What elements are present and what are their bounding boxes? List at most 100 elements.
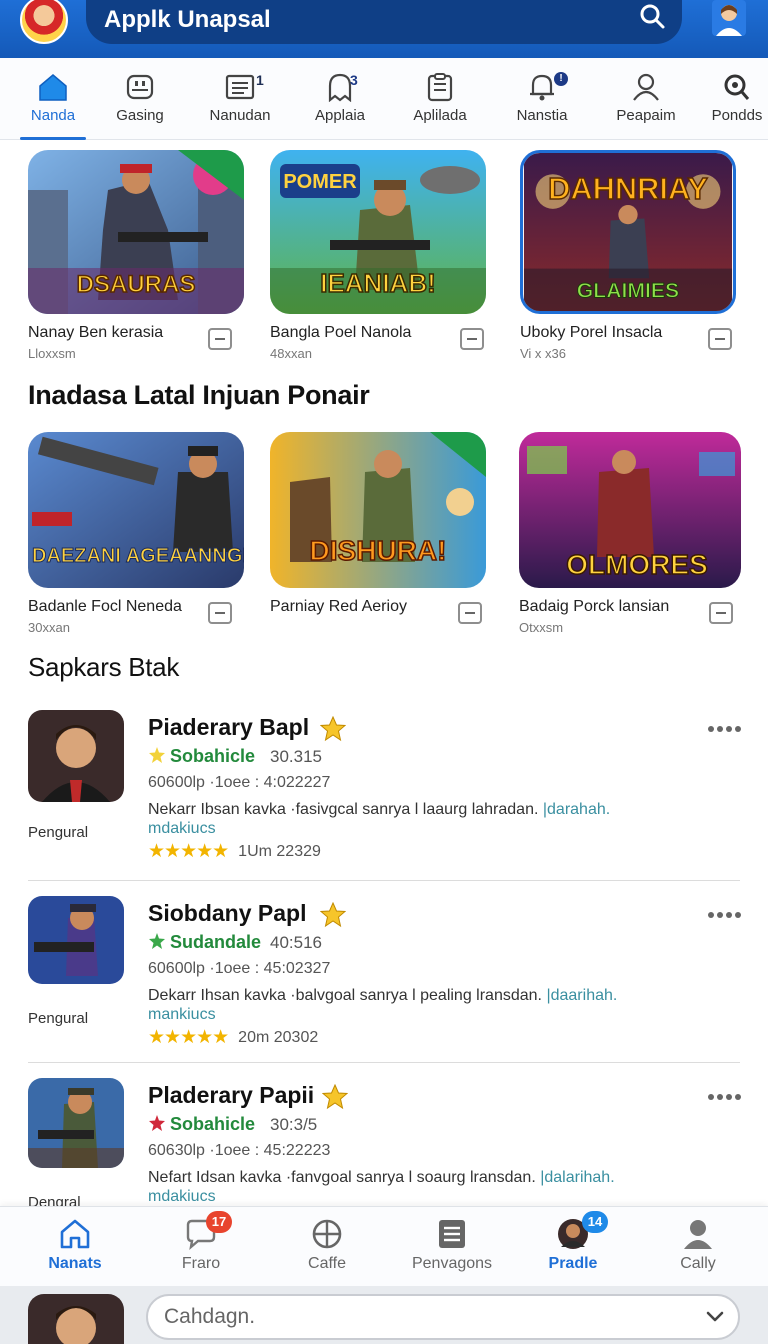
- star-icon[interactable]: [322, 1084, 348, 1110]
- nav-penvagons[interactable]: Penvagons: [397, 1207, 507, 1287]
- app-thumbnail[interactable]: DISHURA!: [270, 432, 486, 588]
- art-title: OLMORES: [566, 549, 708, 580]
- publisher-label: Dengral: [28, 1194, 81, 1206]
- tab-nanstia[interactable]: ! Nanstia: [506, 58, 578, 140]
- list-item[interactable]: Pengural Piaderary Bapl Sobahicle 30.315…: [0, 710, 768, 892]
- category-label: Sobahicle: [148, 1114, 255, 1135]
- app-title[interactable]: Piaderary Bapl: [148, 714, 309, 741]
- list-icon: [225, 74, 255, 100]
- avatar[interactable]: [28, 1294, 124, 1344]
- app-header: Applk Unapsal: [0, 0, 768, 58]
- tab-nanudan[interactable]: 1 Nanudan: [200, 58, 280, 140]
- app-sub: Vi x x36: [520, 346, 567, 361]
- art-title: DAEZANI AGEAANNGI!: [32, 545, 244, 567]
- app-thumbnail[interactable]: OLMORES: [519, 432, 741, 588]
- app-icon[interactable]: [28, 710, 124, 802]
- collapse-button[interactable]: [708, 328, 732, 350]
- tab-badge: 3: [350, 72, 358, 88]
- description: Nekarr Ibsan kavka ·fasivgcal sanrya l l…: [148, 801, 611, 837]
- svg-text:POMER: POMER: [283, 171, 357, 193]
- meta-label: 60600lp ·1oee : 4:022227: [148, 774, 331, 791]
- collapse-button[interactable]: [208, 602, 232, 624]
- more-options-icon[interactable]: [706, 908, 742, 922]
- tab-peapaim[interactable]: Peapaim: [610, 58, 682, 140]
- nav-cally[interactable]: Cally: [643, 1207, 753, 1287]
- home-icon: [39, 74, 67, 101]
- art-title: DAHNRIAY: [548, 171, 708, 206]
- collapse-button[interactable]: [458, 602, 482, 624]
- nav-pradle[interactable]: 14 Pradle: [518, 1207, 628, 1287]
- nav-caffe[interactable]: Caffe: [272, 1207, 382, 1287]
- tab-badge: 1: [256, 72, 264, 88]
- globe-icon: [312, 1219, 342, 1249]
- app-thumbnail[interactable]: DAHNRIAY GLAIMIES: [520, 150, 736, 314]
- publisher-label: Pengural: [28, 1010, 89, 1027]
- app-sub: 30xxan: [28, 620, 70, 635]
- tab-pondds[interactable]: Pondds: [704, 58, 768, 140]
- search-input[interactable]: [164, 1302, 684, 1332]
- nav-nanats[interactable]: Nanats: [20, 1207, 130, 1287]
- game-art-image: DSAURAS: [28, 150, 244, 314]
- more-options-icon[interactable]: [706, 722, 742, 736]
- more-options-icon[interactable]: [706, 1090, 742, 1104]
- tab-gasing[interactable]: Gasing: [104, 58, 176, 140]
- nav-fraro[interactable]: 17 Fraro: [146, 1207, 256, 1287]
- art-title: DSAURAS: [77, 271, 196, 298]
- tab-applaia[interactable]: 3 Applaia: [304, 58, 376, 140]
- app-name: Nanay Ben kerasia: [28, 324, 164, 341]
- app-logo-avatar[interactable]: [20, 0, 68, 44]
- art-title: DISHURA!: [310, 535, 447, 566]
- desc-link[interactable]: |darahah.: [543, 801, 610, 818]
- profile-icon[interactable]: [712, 0, 746, 36]
- app-name: Badanle Focl Neneda: [28, 598, 182, 615]
- app-name: Parniay Red Aerioy: [270, 598, 407, 615]
- desc-link[interactable]: |dalarihah.: [540, 1169, 614, 1186]
- app-title: Applk Unapsal: [104, 6, 271, 33]
- search-icon: [724, 74, 750, 100]
- divider: [28, 1062, 740, 1063]
- user-icon: [684, 1220, 712, 1249]
- collapse-button[interactable]: [460, 328, 484, 350]
- game-art-image: DAHNRIAY GLAIMIES: [523, 153, 733, 311]
- home-icon: [60, 1219, 90, 1249]
- list-item[interactable]: Dengral Pladerary Papii Sobahicle 30:3/5…: [0, 1078, 768, 1206]
- star-icon[interactable]: [320, 902, 346, 928]
- portrait-image: [28, 1294, 124, 1344]
- app-icon[interactable]: [28, 896, 124, 984]
- collapse-button[interactable]: [208, 328, 232, 350]
- tab-aplilada[interactable]: Aplilada: [404, 58, 476, 140]
- app-title[interactable]: Siobdany Papl: [148, 900, 306, 927]
- desc-link[interactable]: |daarihah.: [546, 987, 617, 1004]
- list-item[interactable]: Pengural Siobdany Papl Sudandale 40:516 …: [0, 896, 768, 1078]
- meta-label: 60630lp ·1oee : 45:22223: [148, 1142, 331, 1159]
- app-icon[interactable]: [28, 1078, 124, 1168]
- app-name: Badaig Porck lansian: [519, 598, 670, 615]
- star-icon[interactable]: [320, 716, 346, 742]
- app-thumbnail[interactable]: POMER IEANIAB!: [270, 150, 486, 314]
- chevron-down-icon[interactable]: [706, 1310, 724, 1324]
- version-label: 30:3/5: [270, 1115, 318, 1134]
- app-thumbnail[interactable]: DSAURAS: [28, 150, 244, 314]
- footer-bar: [0, 1286, 768, 1344]
- bottom-navigation: Nanats 17 Fraro Caffe Penvagons 14 Pradl…: [0, 1206, 768, 1286]
- category-tabs: Nanda Gasing 1 Nanudan 3 Applaia Aplilad…: [0, 58, 768, 140]
- search-field[interactable]: [146, 1294, 740, 1340]
- category-label: Sudandale: [148, 932, 261, 953]
- app-sub: Lloxxsm: [28, 346, 76, 361]
- search-icon[interactable]: [638, 2, 666, 30]
- version-label: 30.315: [270, 747, 322, 766]
- collapse-button[interactable]: [709, 602, 733, 624]
- app-thumbnail[interactable]: DAEZANI AGEAANNGI!: [28, 432, 244, 588]
- active-tab-indicator: [20, 137, 86, 140]
- app-sub: Otxxsm: [519, 620, 564, 635]
- rating-stars: ★★★★★: [148, 1027, 229, 1048]
- section-title: Inadasa Latal Injuan Ponair: [28, 380, 370, 410]
- search-bar[interactable]: Applk Unapsal: [86, 0, 682, 44]
- store-icon: [126, 74, 154, 100]
- soldier-image: [28, 1078, 124, 1168]
- gem-icon: [149, 1115, 165, 1131]
- tab-nanda[interactable]: Nanda: [16, 58, 90, 140]
- art-title: IEANIAB!: [320, 268, 436, 298]
- app-title[interactable]: Pladerary Papii: [148, 1082, 314, 1109]
- game-art-image: OLMORES: [519, 432, 741, 588]
